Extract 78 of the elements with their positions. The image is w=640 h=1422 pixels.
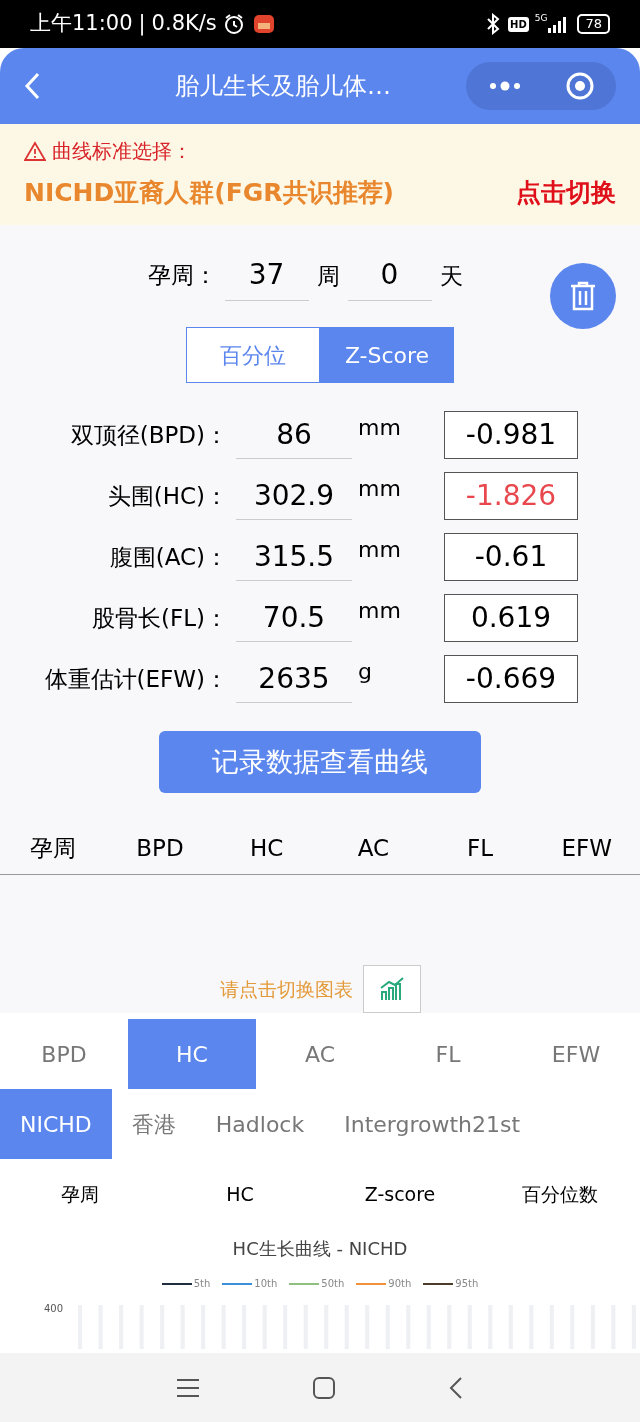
gestation-label: 孕周： [147,260,217,290]
trash-icon [569,281,597,311]
column-header: 孕周 [60,1181,100,1207]
measurement-field[interactable]: 86 [236,411,352,459]
legend-label: 50th [321,1277,345,1291]
standard-tab[interactable]: 香港 [111,1089,196,1159]
network-speed: 0.8K/s [151,10,217,38]
bar-chart-icon [378,976,405,1002]
chart-title: HC生长曲线 - NICHD [231,1237,409,1261]
capsule-menu[interactable] [466,62,616,110]
home-icon[interactable] [312,1375,336,1400]
bluetooth-icon [486,13,501,35]
unit-label: mm [357,536,402,564]
metric-tab[interactable]: BPD [0,1019,128,1089]
status-separator: | [138,10,146,38]
measurement-label: 腹围(AC)： [108,542,229,572]
weeks-field[interactable]: 37 [224,249,309,301]
zscore-value: -1.826 [444,472,578,520]
legend-label: 95th [455,1277,479,1291]
hd-badge: HD [508,16,529,32]
measurement-field[interactable]: 315.5 [236,533,352,581]
column-header: EFW [560,834,613,863]
legend-label: 5th [193,1277,211,1291]
column-header: FL [466,834,495,863]
column-header: HC [249,834,285,863]
alarm-icon [222,13,245,35]
measurement-field[interactable]: 302.9 [236,472,352,520]
column-header: AC [356,834,391,863]
chart-switch-button[interactable] [362,965,421,1013]
metric-tab[interactable]: EFW [512,1019,640,1089]
column-header: 百分位数 [521,1181,599,1207]
standard-tab[interactable]: Hadlock [195,1089,325,1159]
standard-tab[interactable]: Intergrowth21st [324,1089,541,1159]
days-field[interactable]: 0 [347,249,432,301]
record-button[interactable]: 记录数据查看曲线 [159,731,481,793]
menu-icon[interactable] [176,1376,200,1399]
zscore-value: -0.61 [444,533,578,581]
measurement-label: 股骨长(FL)： [91,603,229,633]
column-header: BPD [135,834,185,863]
column-header: Z-score [363,1181,437,1207]
legend-label: 10th [254,1277,278,1291]
days-unit: 天 [439,262,463,291]
column-header: 孕周 [29,834,78,863]
measurement-label: 双顶径(BPD)： [69,420,229,450]
mode-tab[interactable]: 百分位 [186,327,320,383]
app-icon [252,13,275,35]
metric-tab[interactable]: HC [128,1019,256,1089]
more-icon[interactable] [487,81,522,91]
mode-tab[interactable]: Z-Score [320,327,454,383]
back-icon[interactable] [24,72,40,100]
metric-tab[interactable]: AC [256,1019,384,1089]
metric-tab[interactable]: FL [384,1019,512,1089]
measurement-field[interactable]: 2635 [236,655,352,703]
switch-link[interactable]: 点击切换 [516,174,616,212]
measurement-label: 头围(HC)： [106,481,229,511]
unit-label: mm [357,475,402,503]
legend-label: 90th [388,1277,412,1291]
unit-label: mm [357,597,402,625]
zscore-value: 0.619 [444,594,578,642]
page-title: 胎儿生长及胎儿体… [174,71,392,102]
measurement-label: 体重估计(EFW)： [43,664,229,694]
zscore-value: -0.669 [444,655,578,703]
measurement-field[interactable]: 70.5 [236,594,352,642]
y-axis-tick: 400 [43,1302,65,1316]
warning-icon [24,141,46,161]
standard-tab[interactable]: NICHD [0,1089,112,1159]
unit-label: mm [357,414,402,442]
zscore-value: -0.981 [444,411,578,459]
notice-label: 曲线标准选择： [52,138,192,165]
chart-hint: 请点击切换图表 [219,976,353,1002]
back-nav-icon[interactable] [448,1375,464,1400]
selected-standard: NICHD亚裔人群(FGR共识推荐) [24,177,394,209]
network-type: 5G [534,12,548,25]
weeks-unit: 周 [316,262,340,291]
unit-label: g [357,658,373,686]
battery-level: 78 [577,14,610,34]
status-time: 上午11:00 [30,10,133,38]
column-header: HC [225,1181,255,1207]
